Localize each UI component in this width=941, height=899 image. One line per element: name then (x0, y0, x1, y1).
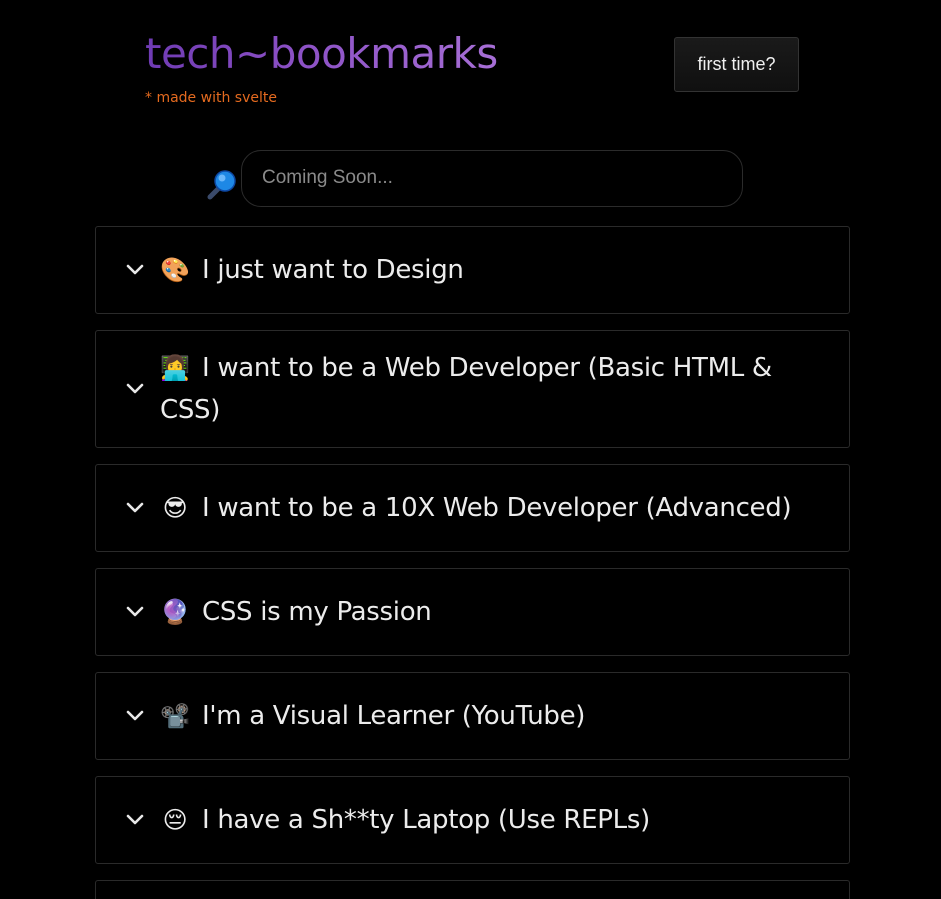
chevron-down-icon (124, 601, 146, 623)
brand: tech~bookmarks * made with svelte (145, 28, 498, 106)
chevron-down-icon (124, 378, 146, 400)
chevron-down-icon (124, 497, 146, 519)
film-projector-icon: 📽️ (160, 702, 190, 730)
section-use-repls[interactable]: 😔 I have a Sh**ty Laptop (Use REPLs) (95, 776, 850, 864)
section-label: I want to be a Web Developer (Basic HTML… (160, 353, 772, 425)
crystal-ball-icon: 🔮 (160, 598, 190, 626)
section-css-passion[interactable]: 🔮 CSS is my Passion (95, 568, 850, 656)
section-visual-learner[interactable]: 📽️ I'm a Visual Learner (YouTube) (95, 672, 850, 760)
search-bar (205, 149, 743, 207)
search-input[interactable] (241, 149, 743, 207)
developer-laptop-icon: 👩‍💻 (160, 354, 190, 382)
page: tech~bookmarks * made with svelte first … (0, 0, 941, 899)
section-label: I want to be a 10X Web Developer (Advanc… (202, 493, 792, 523)
section-10x-web-developer[interactable]: 😎 I want to be a 10X Web Developer (Advan… (95, 464, 850, 552)
chevron-down-icon (124, 705, 146, 727)
magnifying-glass-icon (205, 163, 239, 207)
sunglasses-face-icon: 😎 (162, 494, 188, 522)
section-label: CSS is my Passion (202, 597, 432, 627)
section-partial-offscreen[interactable] (95, 880, 850, 899)
section-label: I have a Sh**ty Laptop (Use REPLs) (202, 805, 650, 835)
chevron-down-icon (124, 809, 146, 831)
bookmark-sections: 🎨 I just want to Design 👩‍💻 I want to be a… (95, 226, 850, 899)
section-design[interactable]: 🎨 I just want to Design (95, 226, 850, 314)
section-web-developer-basic[interactable]: 👩‍💻 I want to be a Web Developer (Basic H… (95, 330, 850, 448)
chevron-down-icon (124, 259, 146, 281)
site-title[interactable]: tech~bookmarks (145, 28, 498, 80)
site-subtitle: * made with svelte (145, 90, 277, 106)
first-time-button[interactable]: first time? (674, 37, 799, 92)
section-label: I'm a Visual Learner (YouTube) (202, 701, 586, 731)
pensive-face-icon: 😔 (162, 806, 188, 834)
section-label: I just want to Design (202, 255, 464, 285)
palette-icon: 🎨 (160, 256, 190, 284)
